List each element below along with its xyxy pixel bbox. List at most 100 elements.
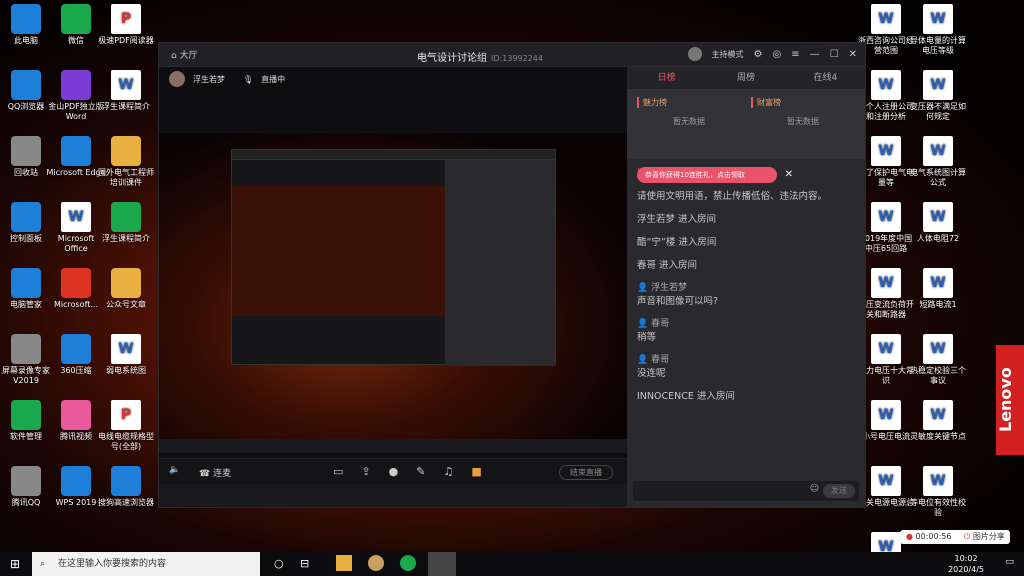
desktop-icon[interactable]: 搜狗高速浏览器: [96, 466, 156, 508]
taskbar-app-icon[interactable]: [400, 555, 416, 571]
doc-file-icon: W: [871, 70, 901, 100]
taskbar-search[interactable]: ⌕ 在这里输入你要搜索的内容: [32, 552, 260, 576]
camera-icon[interactable]: ▭: [333, 465, 343, 478]
send-button[interactable]: 发送: [823, 484, 855, 498]
green-file-icon: [111, 202, 141, 232]
reward-notice[interactable]: 恭喜你获得10连胜礼，点击领取 ✕: [637, 167, 793, 183]
hall-link[interactable]: ⌂ 大厅: [171, 48, 198, 61]
desktop-icon[interactable]: W 等电位有效性校验: [908, 466, 968, 518]
volume-icon[interactable]: 🔈: [169, 465, 180, 475]
desktop-icon[interactable]: W 热稳定校验三个事议: [908, 334, 968, 386]
skin-icon[interactable]: ◎: [773, 49, 782, 60]
chat-message: 👤 浮生若梦 声音和图像可以吗?: [637, 282, 855, 308]
desktop-icon[interactable]: P 极速PDF阅读器: [96, 4, 156, 46]
control-bar: 🔈 ☎ 连麦 ▭ ⇪ ● ✎ ♫ ■ 结束直播: [159, 458, 627, 484]
mode-label[interactable]: 主持模式: [712, 49, 744, 60]
doc-file-icon: W: [871, 136, 901, 166]
host-bar: 浮生若梦 🎙 直播中: [159, 67, 627, 91]
share-screen-icon[interactable]: ⇪: [361, 465, 370, 478]
tab-daily[interactable]: 日榜: [627, 67, 706, 89]
desktop-icon[interactable]: W 导体电量的计算电压等级: [908, 4, 968, 56]
desktop-icon[interactable]: 公众号文章: [96, 268, 156, 310]
desktop-icon-label: 灵敏度关键节点: [910, 432, 966, 441]
chat-text: 声音和图像可以吗?: [637, 296, 719, 307]
maximize-icon[interactable]: ☐: [830, 49, 839, 60]
notification-icon[interactable]: ▭: [1005, 557, 1014, 567]
live-room-window: ⌂ 大厅 电气设计讨论组 ID:13992244 主持模式 ⚙ ◎ ≡ — ☐ ✕…: [158, 42, 866, 508]
taskbar-app-icon[interactable]: [368, 555, 384, 571]
desktop-icon[interactable]: W 灵敏度关键节点: [908, 400, 968, 442]
minimize-icon[interactable]: —: [810, 49, 820, 60]
desktop-icon-label: 电线电缆规格型号(全部): [98, 432, 154, 451]
desktop-icon[interactable]: W 短路电流1: [908, 268, 968, 310]
emoji-icon[interactable]: ☺: [810, 484, 819, 494]
chat-input[interactable]: ☺ 发送: [633, 481, 859, 501]
gift-icon[interactable]: ■: [471, 465, 481, 478]
host-avatar: [687, 47, 702, 61]
chat-text: 稍等: [637, 332, 657, 343]
desktop-icon-label: 搜狗高速浏览器: [98, 498, 154, 507]
live-status: 直播中: [261, 74, 286, 84]
desktop-icon[interactable]: 国外电气工程师培训课件: [96, 136, 156, 188]
desktop-icon-label: 电气系统图计算公式: [910, 168, 966, 187]
blue-file-icon: [61, 136, 91, 166]
chat-message: 👤 春哥 稍等: [637, 318, 855, 344]
green-file-icon: [11, 400, 41, 430]
menu-icon[interactable]: ≡: [791, 49, 799, 60]
whiteboard-icon[interactable]: ✎: [416, 465, 425, 478]
lenovo-logo: Lenovo: [996, 345, 1024, 455]
gray-file-icon: [11, 466, 41, 496]
taskbar-app-icon[interactable]: [336, 555, 352, 571]
music-icon[interactable]: ♫: [443, 465, 453, 478]
doc-file-icon: W: [871, 202, 901, 232]
doc-file-icon: W: [923, 70, 953, 100]
shared-screen: [159, 133, 627, 453]
settings-icon[interactable]: ⚙: [754, 49, 763, 60]
desktop-icon[interactable]: P 电线电缆规格型号(全部): [96, 400, 156, 452]
chat-sender[interactable]: 👤 春哥: [637, 354, 855, 367]
notice-close-icon[interactable]: ✕: [785, 167, 793, 183]
doc-file-icon: W: [923, 400, 953, 430]
chat-message: 春哥 进入房间: [637, 260, 698, 271]
desktop-icon-label: 浮生课程简介: [102, 234, 150, 243]
desktop-icon[interactable]: W 弱电系统图: [96, 334, 156, 376]
chat-text: 没连呢: [637, 368, 666, 379]
clock[interactable]: 10:02 2020/4/5: [948, 553, 984, 575]
desktop-icon-label: 热稳定校验三个事议: [910, 366, 966, 385]
connect-mic-button[interactable]: ☎ 连麦: [199, 466, 231, 479]
tab-weekly[interactable]: 周榜: [706, 67, 785, 89]
task-view-icon[interactable]: ○: [274, 557, 284, 570]
end-live-button[interactable]: 结束直播: [559, 465, 613, 480]
doc-file-icon: W: [61, 202, 91, 232]
chat-message: 浮生若梦 进入房间: [637, 214, 717, 225]
title-bar: ⌂ 大厅 电气设计讨论组 ID:13992244 主持模式 ⚙ ◎ ≡ — ☐ ✕: [159, 43, 865, 67]
close-icon[interactable]: ✕: [849, 49, 857, 60]
chat-pane: 日榜 周榜 在线4 魅力榜暂无数据 财富榜暂无数据 间文了聊天不同与QQ群同步。…: [627, 67, 865, 507]
green-file-icon: [61, 4, 91, 34]
mic-toggle-icon[interactable]: ●: [389, 465, 399, 478]
blue-file-icon: [111, 466, 141, 496]
gray-file-icon: [11, 334, 41, 364]
blue-file-icon: [61, 466, 91, 496]
chat-sender[interactable]: 👤 春哥: [637, 318, 855, 331]
wealth-rank-label: 财富榜: [751, 97, 855, 108]
desktop-icon[interactable]: W 人体电阻72: [908, 202, 968, 244]
taskbar-app-icon[interactable]: [428, 552, 456, 576]
desktop-icon-label: 等电位有效性校验: [910, 498, 966, 517]
chat-message: INNOCENCE 进入房间: [637, 391, 735, 402]
desktop-icon-label: 弱电系统图: [106, 366, 146, 375]
doc-file-icon: W: [871, 400, 901, 430]
doc-file-icon: W: [923, 334, 953, 364]
desktop-icon[interactable]: W 变压器不满足如何规定: [908, 70, 968, 122]
tab-online[interactable]: 在线4: [786, 67, 865, 89]
windows-start-icon[interactable]: ⊞: [10, 557, 20, 571]
desktop-icon[interactable]: W 电气系统图计算公式: [908, 136, 968, 188]
chat-sender[interactable]: 👤 浮生若梦: [637, 282, 855, 295]
rank-tabs: 日榜 周榜 在线4: [627, 67, 865, 89]
taskbar-app-icon[interactable]: ⊟: [300, 557, 309, 570]
doc-file-icon: W: [923, 136, 953, 166]
desktop-icon[interactable]: W 浮生课程简介: [96, 70, 156, 112]
recording-indicator[interactable]: ● 00:00:56 ⏻ 图片分享: [900, 530, 1010, 544]
desktop-icon[interactable]: 浮生课程简介: [96, 202, 156, 244]
host-name: 浮生若梦: [193, 74, 225, 84]
